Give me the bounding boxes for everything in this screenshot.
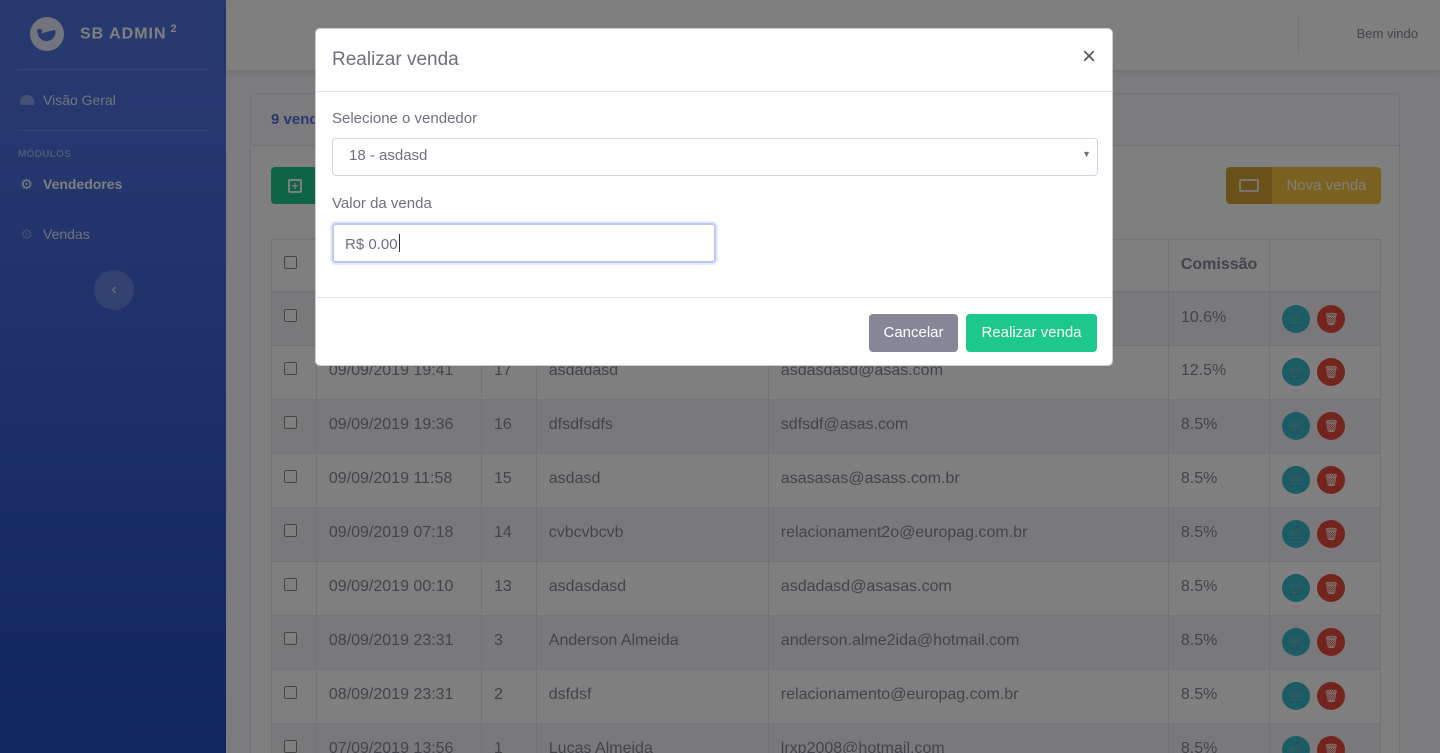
modal-title: Realizar venda <box>332 49 459 70</box>
chevron-down-icon: ▼ <box>1082 149 1091 159</box>
text-caret <box>398 234 400 252</box>
close-icon[interactable]: × <box>1082 45 1096 69</box>
modal-footer: Cancelar Realizar venda <box>316 297 1112 367</box>
modal-header: Realizar venda × <box>316 29 1112 92</box>
sale-value-input[interactable]: R$ 0.00 <box>332 223 716 263</box>
seller-select-value: 18 - asdasd <box>349 147 428 164</box>
cancel-button[interactable]: Cancelar <box>869 313 958 352</box>
seller-label: Selecione o vendedor <box>332 110 478 127</box>
modal-body: Selecione o vendedor 18 - asdasd ▼ Valor… <box>316 92 1112 297</box>
seller-select[interactable]: 18 - asdasd ▼ <box>332 138 1098 176</box>
sale-value-text: R$ 0.00 <box>345 236 398 253</box>
value-label: Valor da venda <box>332 195 432 212</box>
sale-modal: Realizar venda × Selecione o vendedor 18… <box>315 28 1113 366</box>
submit-sale-button[interactable]: Realizar venda <box>966 313 1097 352</box>
